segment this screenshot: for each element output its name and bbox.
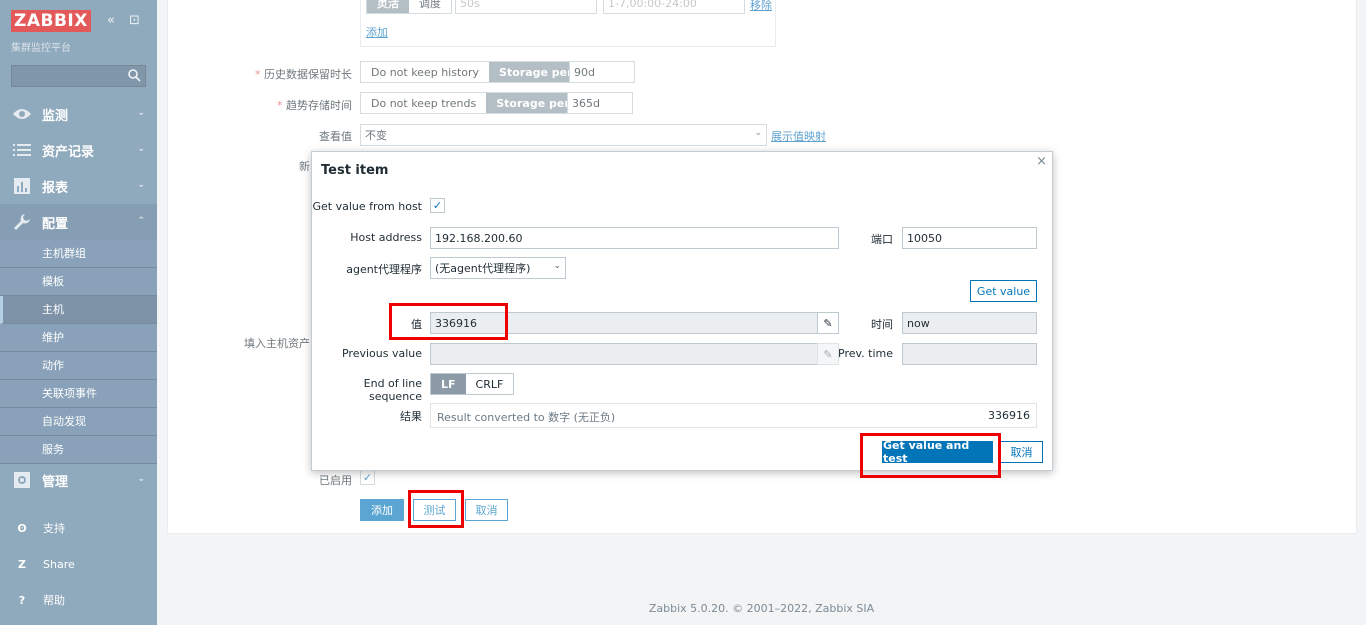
- port-input[interactable]: 10050: [902, 227, 1037, 249]
- pencil-icon: ✎: [823, 316, 833, 330]
- proxy-label: agent代理程序: [346, 263, 422, 276]
- eol-sequence-segment[interactable]: LF CRLF: [430, 373, 515, 395]
- page-footer: Zabbix 5.0.20. © 2001–2022, Zabbix SIA: [648, 602, 875, 615]
- chevron-down-icon: ⌄: [553, 261, 561, 271]
- highlight-form-test-button-box: [408, 490, 464, 528]
- result-value: 336916: [988, 409, 1030, 422]
- time-output-field[interactable]: now: [902, 312, 1037, 334]
- result-box: Result converted to 数字 (无正负) 336916: [430, 403, 1037, 428]
- get-value-from-host-label: Get value from host: [312, 200, 422, 213]
- eol-lf-option[interactable]: LF: [431, 374, 466, 394]
- close-icon[interactable]: ×: [1036, 154, 1047, 169]
- result-label: 结果: [400, 410, 422, 423]
- get-value-from-host-checkbox[interactable]: ✓: [430, 198, 445, 213]
- dialog-title: Test item: [321, 163, 389, 178]
- result-description: Result converted to 数字 (无正负): [437, 411, 616, 424]
- dialog-cancel-button[interactable]: 取消: [1000, 441, 1043, 463]
- previous-time-label: Prev. time: [838, 347, 893, 360]
- highlight-value-box: [389, 303, 508, 340]
- highlight-test-button-box: [860, 433, 1001, 478]
- check-icon: ✓: [432, 199, 443, 212]
- host-address-label: Host address: [350, 231, 422, 244]
- proxy-select[interactable]: (无agent代理程序) ⌄: [430, 257, 566, 279]
- get-value-button[interactable]: Get value: [970, 280, 1037, 302]
- eol-crlf-option[interactable]: CRLF: [465, 374, 514, 394]
- edit-value-button[interactable]: ✎: [817, 312, 839, 334]
- eol-sequence-label: End of line sequence: [363, 377, 422, 403]
- time-label: 时间: [871, 318, 893, 331]
- previous-value-field[interactable]: [430, 343, 839, 365]
- previous-value-label: Previous value: [341, 347, 422, 360]
- host-address-input[interactable]: 192.168.200.60: [430, 227, 839, 249]
- previous-time-field[interactable]: [902, 343, 1037, 365]
- proxy-selected-value: (无agent代理程序): [435, 262, 531, 275]
- port-label: 端口: [871, 233, 893, 246]
